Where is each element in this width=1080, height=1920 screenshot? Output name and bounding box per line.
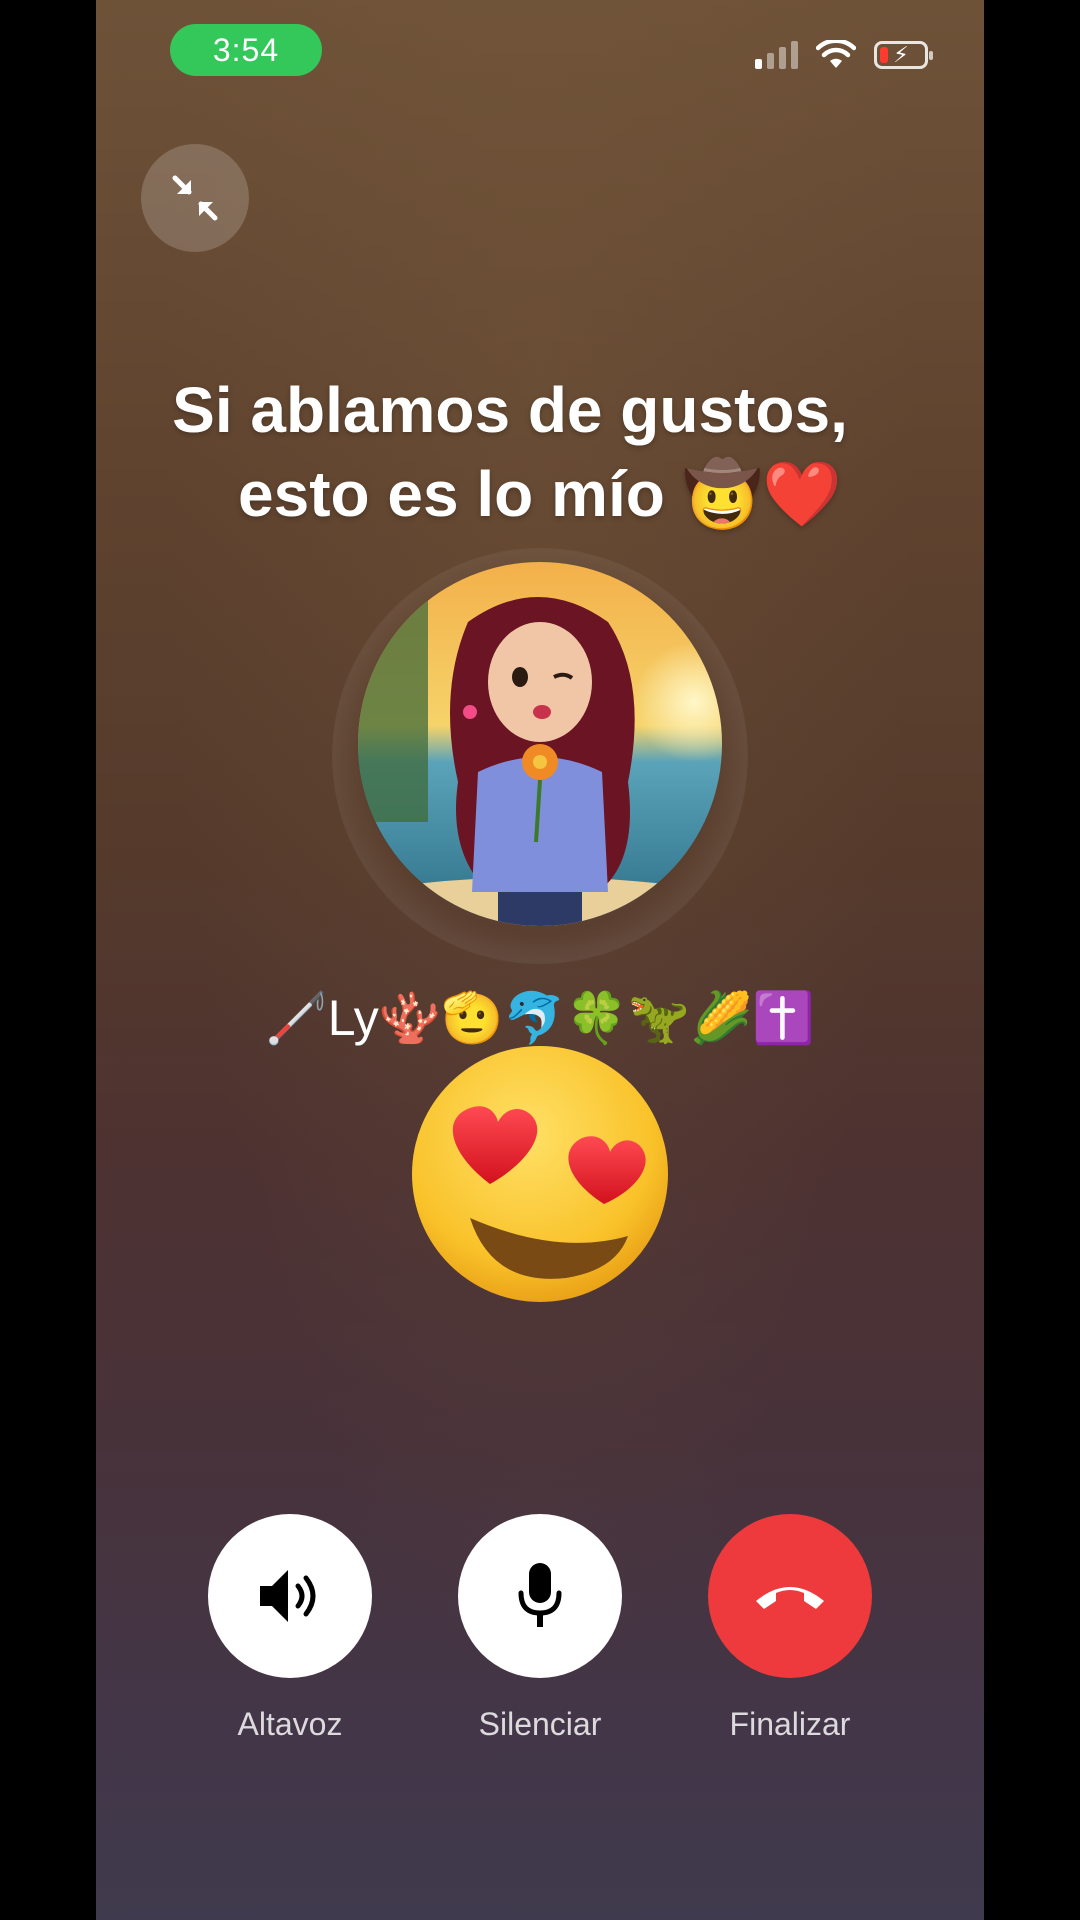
- contact-avatar: [358, 562, 722, 926]
- microphone-icon: [518, 1563, 562, 1627]
- end-call-label: Finalizar: [729, 1706, 851, 1742]
- minimize-arrows-icon: [172, 175, 218, 221]
- letterbox-right: [984, 0, 1080, 1920]
- mute-label: Silenciar: [478, 1706, 602, 1742]
- call-screen: 3:54 ⚡ Si ablamos de gustos, esto es lo …: [96, 0, 984, 1920]
- end-call-icon: [756, 1587, 824, 1609]
- speaker-icon: [260, 1570, 316, 1622]
- end-call-control: Finalizar: [708, 1514, 872, 1743]
- end-call-button[interactable]: [708, 1514, 872, 1678]
- mute-control: Silenciar: [458, 1514, 622, 1743]
- status-icons: ⚡: [755, 40, 933, 70]
- letterbox-left: [0, 0, 96, 1920]
- contact-name: 🦯Ly🪸🫡🐬🍀🦖🌽✝️: [265, 990, 815, 1046]
- speaker-control: Altavoz: [208, 1514, 372, 1743]
- cellular-signal-icon: [755, 41, 798, 69]
- heart-eyes-emoji: [408, 1042, 672, 1306]
- caption-line-1: Si ablamos de gustos,: [172, 374, 848, 446]
- speaker-button[interactable]: [208, 1514, 372, 1678]
- speaker-label: Altavoz: [237, 1706, 343, 1742]
- minimize-call-button[interactable]: [141, 144, 249, 252]
- status-time[interactable]: 3:54: [170, 24, 322, 76]
- caption-text: Si ablamos de gustos, esto es lo mío 🤠❤️: [96, 368, 984, 536]
- mute-button[interactable]: [458, 1514, 622, 1678]
- battery-charging-icon: ⚡: [874, 41, 933, 69]
- caption-line-2: esto es lo mío 🤠❤️: [238, 458, 842, 530]
- wifi-icon: [816, 40, 856, 68]
